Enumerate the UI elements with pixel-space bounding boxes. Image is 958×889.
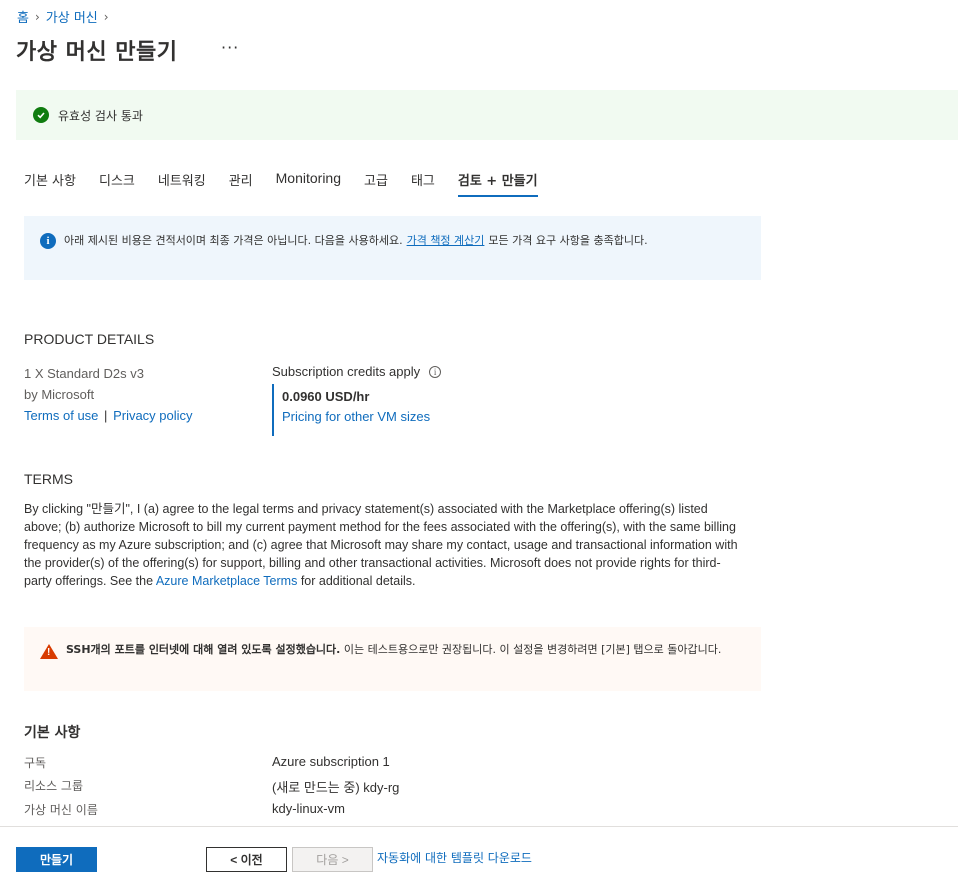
vm-name-value: kdy-linux-vm xyxy=(272,801,345,816)
breadcrumb-virtual-machines[interactable]: 가상 머신 xyxy=(46,7,98,26)
product-info: 1 X Standard D2s v3 by Microsoft Terms o… xyxy=(24,363,193,426)
next-button[interactable]: 다음 > xyxy=(292,847,373,872)
more-options-icon[interactable]: ··· xyxy=(221,38,239,57)
tab-management[interactable]: 관리 xyxy=(229,170,253,198)
subscription-value: Azure subscription 1 xyxy=(272,754,390,769)
previous-button[interactable]: < 이전 xyxy=(206,847,287,872)
tab-tags[interactable]: 태그 xyxy=(411,170,435,198)
tab-advanced[interactable]: 고급 xyxy=(364,170,388,198)
info-icon[interactable]: i xyxy=(429,365,442,378)
breadcrumb-home[interactable]: 홈 xyxy=(17,7,29,26)
validation-banner: 유효성 검사 통과 xyxy=(16,90,958,140)
breadcrumb: 홈 › 가상 머신 › xyxy=(17,7,115,27)
page-title: 가상 머신 만들기 xyxy=(16,40,178,65)
price-box: 0.0960 USD/hr Pricing for other VM sizes xyxy=(272,384,430,436)
tab-basics[interactable]: 기본 사항 xyxy=(24,170,76,198)
pricing-other-sizes-link[interactable]: Pricing for other VM sizes xyxy=(282,409,430,424)
terms-heading: TERMS xyxy=(24,471,73,487)
validation-message: 유효성 검사 통과 xyxy=(58,108,143,123)
chevron-right-icon: › xyxy=(103,9,109,24)
create-button[interactable]: 만들기 xyxy=(16,847,97,872)
vm-price: 0.0960 USD/hr xyxy=(282,389,370,404)
privacy-policy-link[interactable]: Privacy policy xyxy=(113,408,192,423)
info-icon: i xyxy=(40,233,56,249)
tab-networking[interactable]: 네트워킹 xyxy=(158,170,206,198)
info-text-before: 아래 제시된 비용은 견적서이며 최종 가격은 아닙니다. 다음을 사용하세요. xyxy=(64,234,403,247)
azure-marketplace-terms-link[interactable]: Azure Marketplace Terms xyxy=(156,574,298,588)
warning-text: 이는 테스트용으로만 권장됩니다. 이 설정을 변경하려면 [기본] 탭으로 돌… xyxy=(343,643,722,656)
warning-icon: ! xyxy=(40,644,58,659)
tab-review-create[interactable]: 검토 + 만들기 xyxy=(457,170,538,198)
pricing-info-banner: i 아래 제시된 비용은 견적서이며 최종 가격은 아닙니다. 다음을 사용하세… xyxy=(24,216,761,280)
product-name: 1 X Standard D2s v3 xyxy=(24,366,144,381)
resource-group-label: 리소스 그룹 xyxy=(24,779,84,793)
tab-disks[interactable]: 디스크 xyxy=(99,170,135,198)
subscription-credits-label: Subscription credits apply i xyxy=(272,364,442,379)
product-details-heading: PRODUCT DETAILS xyxy=(24,331,155,347)
terms-of-use-link[interactable]: Terms of use xyxy=(24,408,98,423)
chevron-right-icon: › xyxy=(34,9,40,24)
product-publisher: by Microsoft xyxy=(24,387,95,402)
warning-bold-text: SSH개의 포트를 인터넷에 대해 열려 있도록 설정했습니다. xyxy=(66,643,341,656)
pricing-calculator-link[interactable]: 가격 책정 계산기 xyxy=(407,234,485,247)
wizard-tabs: 기본 사항 디스크 네트워킹 관리 Monitoring 고급 태그 검토 + … xyxy=(24,170,561,198)
resource-group-value: (새로 만드는 중) kdy-rg xyxy=(272,780,400,795)
tab-monitoring[interactable]: Monitoring xyxy=(276,170,341,198)
terms-text: By clicking "만들기", I (a) agree to the le… xyxy=(24,502,738,588)
footer-action-bar: 만들기 < 이전 다음 > 자동화에 대한 템플릿 다운로드 xyxy=(0,826,958,889)
basics-heading: 기본 사항 xyxy=(24,725,81,741)
info-text-after: 모든 가격 요구 사항을 충족합니다. xyxy=(488,234,648,247)
vm-name-label: 가상 머신 이름 xyxy=(24,803,98,817)
ssh-warning-banner: ! SSH개의 포트를 인터넷에 대해 열려 있도록 설정했습니다. 이는 테스… xyxy=(24,627,761,691)
download-template-link[interactable]: 자동화에 대한 템플릿 다운로드 xyxy=(377,849,532,866)
check-circle-icon xyxy=(33,107,49,123)
link-separator: | xyxy=(104,408,108,423)
subscription-label: 구독 xyxy=(24,756,47,770)
